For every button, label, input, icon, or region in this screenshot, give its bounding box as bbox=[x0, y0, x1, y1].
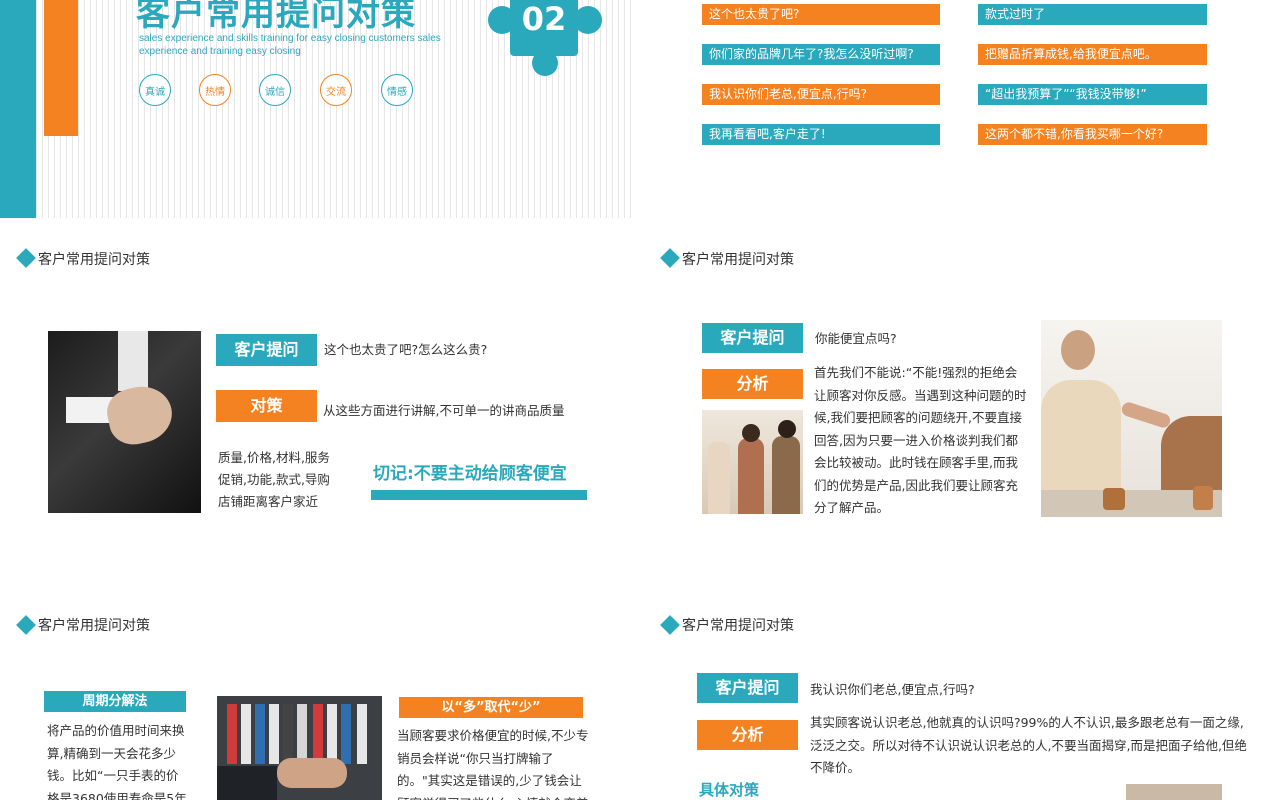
remember-note: 切记:不要主动给顾客便宜 bbox=[373, 464, 567, 484]
point-line: 质量,价格,材料,服务 bbox=[218, 450, 330, 465]
question-text: 我认识你们老总,便宜点,行吗? bbox=[810, 682, 975, 697]
corner-photo bbox=[1126, 784, 1222, 800]
point-line: 店铺距离客户家近 bbox=[218, 494, 319, 509]
tag-communication: 交流 bbox=[320, 74, 352, 106]
slide-1: 客户常用提问对策 02 sales experience and skills … bbox=[0, 0, 634, 218]
diamond-icon bbox=[16, 615, 36, 635]
question-text: 你能便宜点吗? bbox=[815, 331, 897, 346]
tag-sincere: 真诚 bbox=[139, 74, 171, 106]
meeting-photo bbox=[702, 410, 803, 514]
slide-5: 客户常用提问对策 周期分解法 将产品的价值用时间来换算,精确到一天会花多少钱。比… bbox=[0, 598, 634, 800]
tag-emotion: 情感 bbox=[381, 74, 413, 106]
question-bar: 你们家的品牌几年了?我怎么没听过啊? bbox=[702, 44, 940, 65]
point-line: 促销,功能,款式,导购 bbox=[218, 472, 330, 487]
question-text: 这个也太贵了吧?怎么这么贵? bbox=[324, 342, 488, 357]
strategy-label: 对策 bbox=[216, 390, 317, 422]
tag-integrity: 诚信 bbox=[259, 74, 291, 106]
analysis-text: 首先我们不能说:“不能!强烈的拒绝会让顾客对你反感。当遇到这种问题的时候,我们要… bbox=[814, 365, 1027, 515]
left-teal-bar bbox=[0, 0, 36, 218]
diamond-icon bbox=[660, 248, 680, 268]
left-orange-bar bbox=[44, 0, 78, 136]
cycle-method-label: 周期分解法 bbox=[44, 691, 186, 712]
analysis-label: 分析 bbox=[697, 720, 798, 750]
slide-3: 客户常用提问对策 客户提问 这个也太贵了吧?怎么这么贵? 对策 从这些方面进行讲… bbox=[0, 232, 634, 582]
question-bar: “超出我预算了”“我钱没带够!” bbox=[978, 84, 1207, 105]
question-bar: 我认识你们老总,便宜点,行吗? bbox=[702, 84, 940, 105]
question-label: 客户提问 bbox=[697, 673, 798, 703]
question-bar: 这两个都不错,你看我买哪一个好? bbox=[978, 124, 1207, 145]
diamond-icon bbox=[660, 615, 680, 635]
analysis-text: 其实顾客说认识老总,他就真的认识吗?99%的人不认识,最多跟老总有一面之缘,泛泛… bbox=[810, 715, 1247, 775]
strategy-text: 从这些方面进行讲解,不可单一的讲商品质量 bbox=[323, 403, 565, 418]
handshake-offer-photo bbox=[48, 331, 201, 513]
handshake-photo bbox=[1041, 320, 1222, 517]
slide-6: 客户常用提问对策 客户提问 我认识你们老总,便宜点,行吗? 分析 其实顾客说认识… bbox=[646, 598, 1280, 800]
section-title: 客户常用提问对策 bbox=[38, 252, 150, 268]
slide-subtitle: sales experience and skills training for… bbox=[139, 33, 441, 57]
more-instead-of-less-label: 以“多”取代“少” bbox=[399, 697, 583, 718]
diamond-icon bbox=[16, 248, 36, 268]
slide-2: 这个也太贵了吧? 你们家的品牌几年了?我怎么没听过啊? 我认识你们老总,便宜点,… bbox=[646, 0, 1280, 218]
question-label: 客户提问 bbox=[702, 323, 803, 353]
tag-enthusiasm: 热情 bbox=[199, 74, 231, 106]
more-instead-of-less-text: 当顾客要求价格便宜的时候,不少专销员会样说“你只当打牌输了的。"其实这是错误的,… bbox=[397, 728, 589, 800]
slide-number: 02 bbox=[521, 0, 567, 38]
strategy-heading: 具体对策 bbox=[699, 781, 760, 799]
section-title: 客户常用提问对策 bbox=[682, 252, 794, 268]
analysis-label: 分析 bbox=[702, 369, 803, 399]
office-handshake-photo bbox=[217, 696, 382, 800]
question-bar: 款式过时了 bbox=[978, 4, 1207, 25]
slide-title: 客户常用提问对策 bbox=[136, 0, 416, 34]
puzzle-piece-icon: 02 bbox=[486, 0, 606, 80]
question-bar: 我再看看吧,客户走了! bbox=[702, 124, 940, 145]
section-title: 客户常用提问对策 bbox=[38, 618, 150, 634]
remember-underline bbox=[371, 490, 587, 500]
question-label: 客户提问 bbox=[216, 334, 317, 366]
question-bar: 这个也太贵了吧? bbox=[702, 4, 940, 25]
question-bar: 把赠品折算成钱,给我便宜点吧。 bbox=[978, 44, 1207, 65]
section-title: 客户常用提问对策 bbox=[682, 618, 794, 634]
cycle-method-text: 将产品的价值用时间来换算,精确到一天会花多少钱。比如“一只手表的价格是3680使… bbox=[47, 723, 187, 800]
slide-4: 客户常用提问对策 客户提问 你能便宜点吗? 分析 首先我们不能说:“不能!强烈的… bbox=[646, 232, 1280, 582]
